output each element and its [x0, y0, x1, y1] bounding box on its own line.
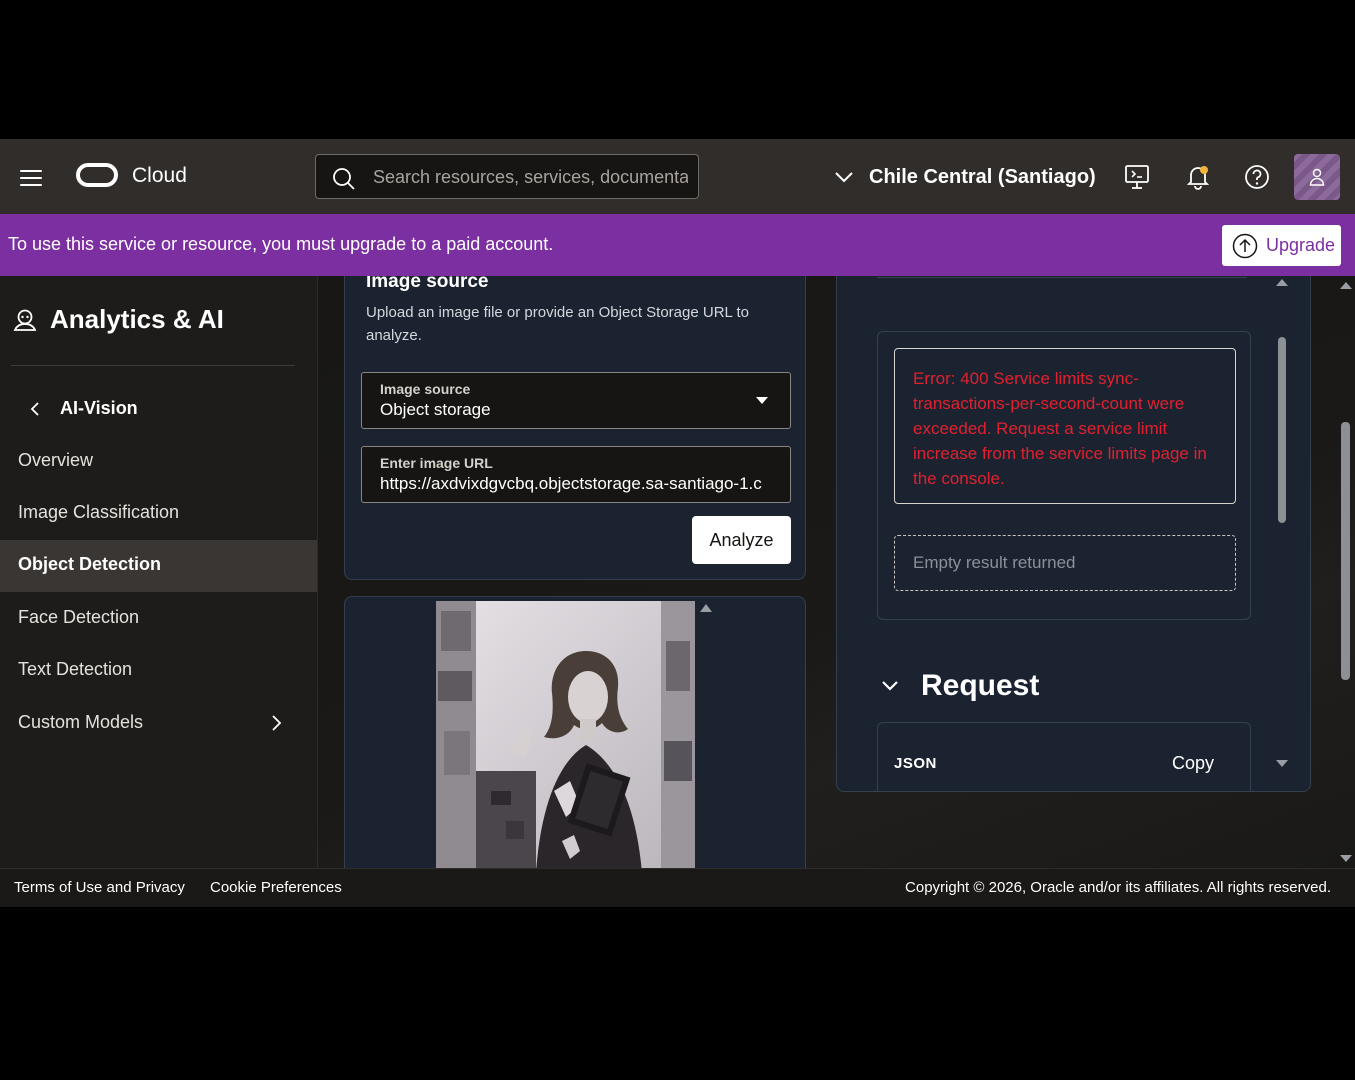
- search-input[interactable]: [371, 155, 690, 200]
- json-label: JSON: [894, 755, 937, 772]
- terms-link[interactable]: Terms of Use and Privacy: [14, 879, 185, 896]
- sidebar-item-image-classification[interactable]: Image Classification: [0, 488, 317, 540]
- footer: Terms of Use and Privacy Cookie Preferen…: [0, 868, 1355, 907]
- sidebar-item-label: Text Detection: [18, 659, 133, 679]
- oci-console-window: Cloud Chile Central (Santiago): [0, 139, 1355, 907]
- image-source-heading: Image source: [366, 276, 489, 292]
- chevron-down-icon: [882, 681, 898, 691]
- sidebar-item-face-detection[interactable]: Face Detection: [0, 593, 317, 645]
- cookie-preferences-link[interactable]: Cookie Preferences: [210, 879, 342, 896]
- sidebar: Analytics & AI AI-Vision Overview Image …: [0, 276, 318, 868]
- results-scrollbar[interactable]: [1275, 279, 1289, 779]
- sidebar-divider: [11, 365, 295, 366]
- copy-button[interactable]: Copy: [1172, 753, 1214, 774]
- scroll-up-arrow-icon[interactable]: [1276, 279, 1288, 286]
- chevron-right-icon: [272, 715, 282, 731]
- banner-message: To use this service or resource, you mus…: [8, 234, 554, 254]
- region-label: Chile Central (Santiago): [869, 165, 1096, 188]
- sidebar-item-custom-models[interactable]: Custom Models: [0, 698, 317, 750]
- sidebar-item-label: Overview: [18, 450, 94, 470]
- help-icon[interactable]: [1243, 163, 1271, 191]
- error-message: Error: 400 Service limits sync-transacti…: [913, 369, 1207, 488]
- page-scrollbar[interactable]: [1338, 276, 1355, 868]
- oracle-logo-icon[interactable]: [76, 163, 118, 187]
- section-divider: [877, 277, 1247, 278]
- search-box[interactable]: [315, 154, 699, 200]
- field-value: Object storage: [380, 400, 491, 419]
- upgrade-banner: To use this service or resource, you mus…: [0, 214, 1355, 276]
- request-title: Request: [921, 669, 1040, 702]
- sidebar-item-label: Face Detection: [18, 607, 140, 627]
- chevron-left-icon: [30, 401, 39, 416]
- image-source-description: Upload an image file or provide an Objec…: [366, 304, 749, 344]
- preview-photo: [436, 601, 695, 868]
- copyright-text: Copyright © 2026, Oracle and/or its affi…: [905, 879, 1331, 896]
- field-label: Image source: [380, 381, 471, 397]
- sidebar-item-label: Image Classification: [18, 502, 180, 522]
- navigation-menu-icon[interactable]: [20, 170, 42, 186]
- image-url-value[interactable]: https://axdvixdgvcbq.objectstorage.sa-sa…: [380, 474, 775, 494]
- results-panel: Error: 400 Service limits sync-transacti…: [877, 331, 1251, 620]
- upgrade-button[interactable]: Upgrade: [1222, 225, 1341, 266]
- cloud-shell-icon[interactable]: [1123, 163, 1151, 191]
- scroll-down-arrow-icon[interactable]: [1276, 760, 1288, 767]
- sidebar-item-object-detection[interactable]: Object Detection: [0, 540, 317, 592]
- back-to-ai-vision[interactable]: AI-Vision: [30, 398, 138, 419]
- scroll-down-arrow-icon[interactable]: [1340, 855, 1352, 862]
- results-card: Error: 400 Service limits sync-transacti…: [836, 276, 1311, 792]
- image-url-field[interactable]: Enter image URL https://axdvixdgvcbq.obj…: [361, 446, 791, 503]
- field-label: Enter image URL: [380, 455, 493, 471]
- sidebar-item-label: Object Detection: [18, 554, 162, 574]
- scrollbar-thumb[interactable]: [1341, 422, 1350, 680]
- sidebar-item-overview[interactable]: Overview: [0, 436, 317, 488]
- back-label: AI-Vision: [60, 398, 138, 418]
- chevron-down-icon: [835, 172, 853, 183]
- notifications-bell-icon[interactable]: [1184, 163, 1212, 191]
- user-avatar[interactable]: [1294, 154, 1340, 200]
- region-selector[interactable]: Chile Central (Santiago): [833, 161, 1096, 193]
- error-message-box: Error: 400 Service limits sync-transacti…: [894, 348, 1236, 504]
- scrollbar-thumb[interactable]: [1278, 337, 1286, 523]
- main-content: Image source Upload an image file or pro…: [318, 276, 1355, 868]
- request-section-toggle[interactable]: Request: [881, 669, 1039, 703]
- upgrade-arrow-icon: [1232, 233, 1258, 258]
- woman-with-book-photo: [436, 601, 695, 868]
- image-preview-card: [344, 596, 806, 868]
- upgrade-label: Upgrade: [1266, 235, 1336, 255]
- sidebar-item-text-detection[interactable]: Text Detection: [0, 645, 317, 697]
- request-json-panel: JSON Copy: [877, 722, 1251, 791]
- image-source-card: Image source Upload an image file or pro…: [344, 276, 806, 580]
- top-header: Cloud Chile Central (Santiago): [0, 139, 1355, 214]
- analyze-button[interactable]: Analyze: [692, 516, 791, 564]
- scroll-up-arrow-icon[interactable]: [1340, 282, 1352, 289]
- image-source-select[interactable]: Image source Object storage: [361, 372, 791, 429]
- sidebar-item-label: Custom Models: [18, 712, 144, 732]
- empty-result-message: Empty result returned: [913, 553, 1076, 572]
- ai-service-icon: [13, 309, 37, 331]
- brand-label[interactable]: Cloud: [132, 164, 187, 188]
- search-icon: [333, 168, 355, 190]
- empty-result-box: Empty result returned: [894, 535, 1236, 591]
- service-title: Analytics & AI: [50, 304, 224, 334]
- dropdown-caret-icon: [756, 397, 768, 404]
- user-icon: [1309, 168, 1325, 186]
- scroll-up-arrow-icon[interactable]: [700, 604, 712, 612]
- service-title-row: Analytics & AI: [12, 304, 224, 335]
